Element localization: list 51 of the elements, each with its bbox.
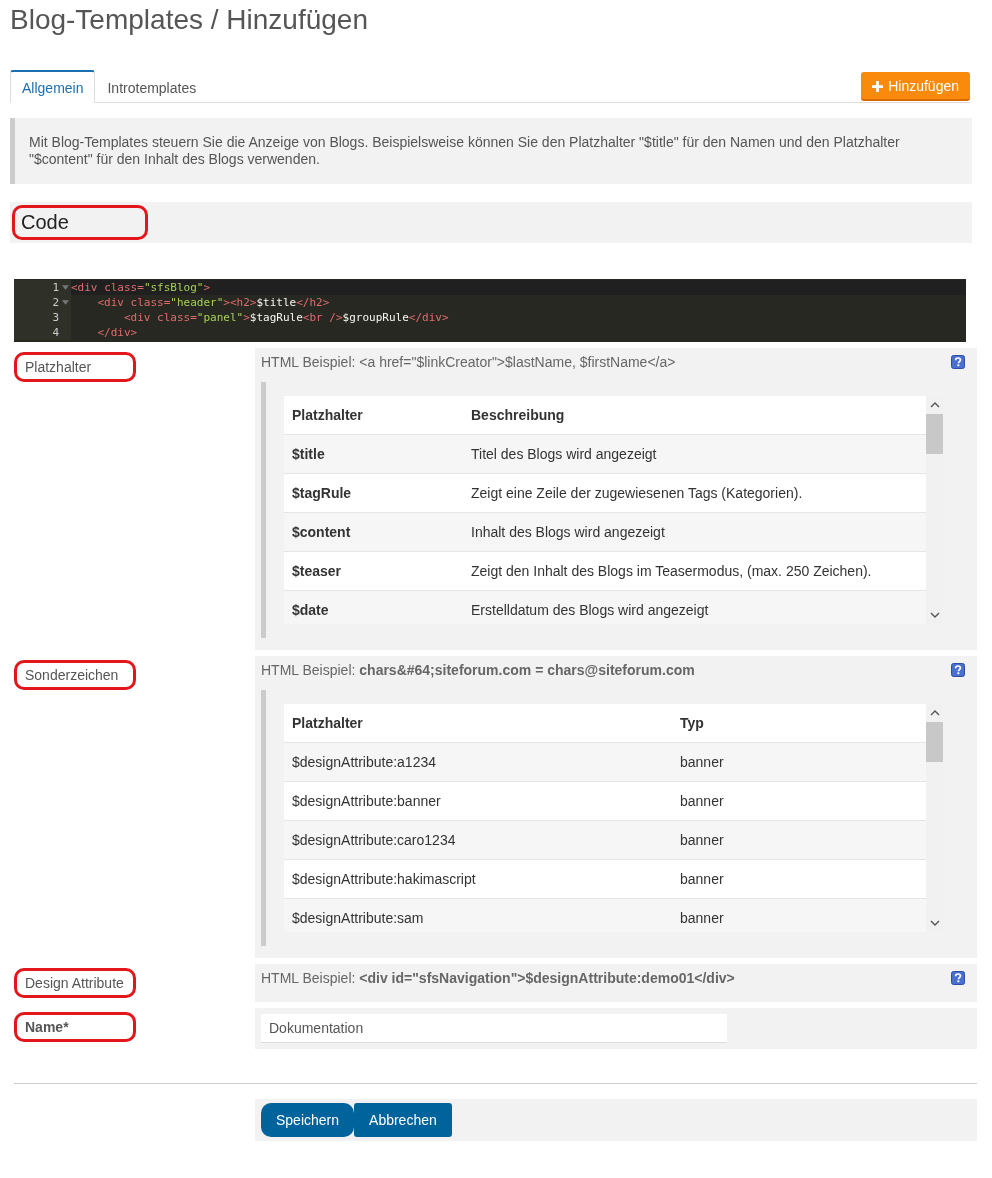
table-cell: Titel des Blogs wird angezeigt bbox=[463, 434, 926, 474]
hint-text: HTML Beispiel: chars&#64;siteforum.com = chars@siteforum.com bbox=[261, 662, 695, 678]
help-icon[interactable] bbox=[951, 355, 965, 369]
field-label: Sonderzeichen bbox=[14, 660, 136, 690]
tab[interactable]: Introtemplates bbox=[95, 70, 209, 103]
scroll-up-icon[interactable] bbox=[929, 710, 940, 716]
table-cell: $title bbox=[284, 434, 463, 474]
table-cell: banner bbox=[672, 820, 926, 860]
line-number: 4 bbox=[52, 325, 59, 340]
name-input-field[interactable]: Dokumentation bbox=[261, 1014, 727, 1043]
line-number: 1 bbox=[52, 280, 59, 295]
column-header: Typ bbox=[672, 704, 926, 743]
column-header: Beschreibung bbox=[463, 396, 926, 435]
field-label: Name* bbox=[14, 1012, 136, 1042]
fold-arrow-icon[interactable] bbox=[62, 285, 69, 290]
code-line: </div> bbox=[96, 325, 139, 340]
column-header: Platzhalter bbox=[284, 704, 672, 743]
table-cell: banner bbox=[672, 898, 926, 932]
scroll-down-icon[interactable] bbox=[929, 612, 940, 618]
line-number: 3 bbox=[52, 310, 59, 325]
field-label: Design Attribute bbox=[14, 968, 136, 998]
line-number: 2 bbox=[52, 295, 59, 310]
info-box: Mit Blog-Templates steuern Sie die Anzeige von Blogs. Beispielsweise können Sie den Platzhalter "$title" für den Namen und den Platzhalter "$content" für den Inhalt des Blogs verwenden. bbox=[10, 118, 972, 184]
field-label: Platzhalter bbox=[14, 352, 136, 382]
save-button[interactable]: Speichern bbox=[261, 1103, 355, 1137]
table-cell: $content bbox=[284, 512, 463, 552]
hint-text: HTML Beispiel: <div id="sfsNavigation">$designAttribute:demo01</div> bbox=[261, 970, 735, 986]
table-cell: $designAttribute:a1234 bbox=[284, 742, 672, 782]
plus-icon bbox=[872, 80, 884, 92]
section-title: Code bbox=[12, 205, 148, 240]
scroll-down-icon[interactable] bbox=[929, 920, 940, 926]
hint-text: HTML Beispiel: <a href="$linkCreator">$lastName, $firstName</a> bbox=[261, 354, 676, 370]
cancel-button[interactable]: Abbrechen bbox=[354, 1103, 452, 1137]
table-cell: Inhalt des Blogs wird angezeigt bbox=[463, 512, 926, 552]
scroll-up-icon[interactable] bbox=[929, 402, 940, 408]
scrollbar-thumb[interactable] bbox=[926, 722, 943, 762]
code-line: <div class="header"><h2>$title</h2> bbox=[96, 295, 331, 310]
table-cell: $designAttribute:sam bbox=[284, 898, 672, 932]
tab[interactable]: Allgemein bbox=[10, 70, 96, 103]
help-icon[interactable] bbox=[951, 663, 965, 677]
help-icon[interactable] bbox=[951, 971, 965, 985]
scrollbar-thumb[interactable] bbox=[926, 414, 943, 454]
table-cell: $date bbox=[284, 590, 463, 624]
table-cell: $designAttribute:caro1234 bbox=[284, 820, 672, 860]
page-title: Blog-Templates / Hinzufügen bbox=[9, 3, 369, 37]
table-cell: Erstelldatum des Blogs wird angezeigt bbox=[463, 590, 926, 624]
table-cell: banner bbox=[672, 742, 926, 782]
code-line: <div class="panel">$tagRule<br />$groupRule</div> bbox=[122, 310, 450, 325]
code-editor[interactable]: 1 <div class="sfsBlog"> 2 <div class="header"><h2>$title</h2> 3 <div class="panel">$tagRule<br />$groupRule</div> 4 </div> bbox=[14, 279, 966, 342]
column-header: Platzhalter bbox=[284, 396, 463, 435]
fold-arrow-icon[interactable] bbox=[62, 300, 69, 305]
